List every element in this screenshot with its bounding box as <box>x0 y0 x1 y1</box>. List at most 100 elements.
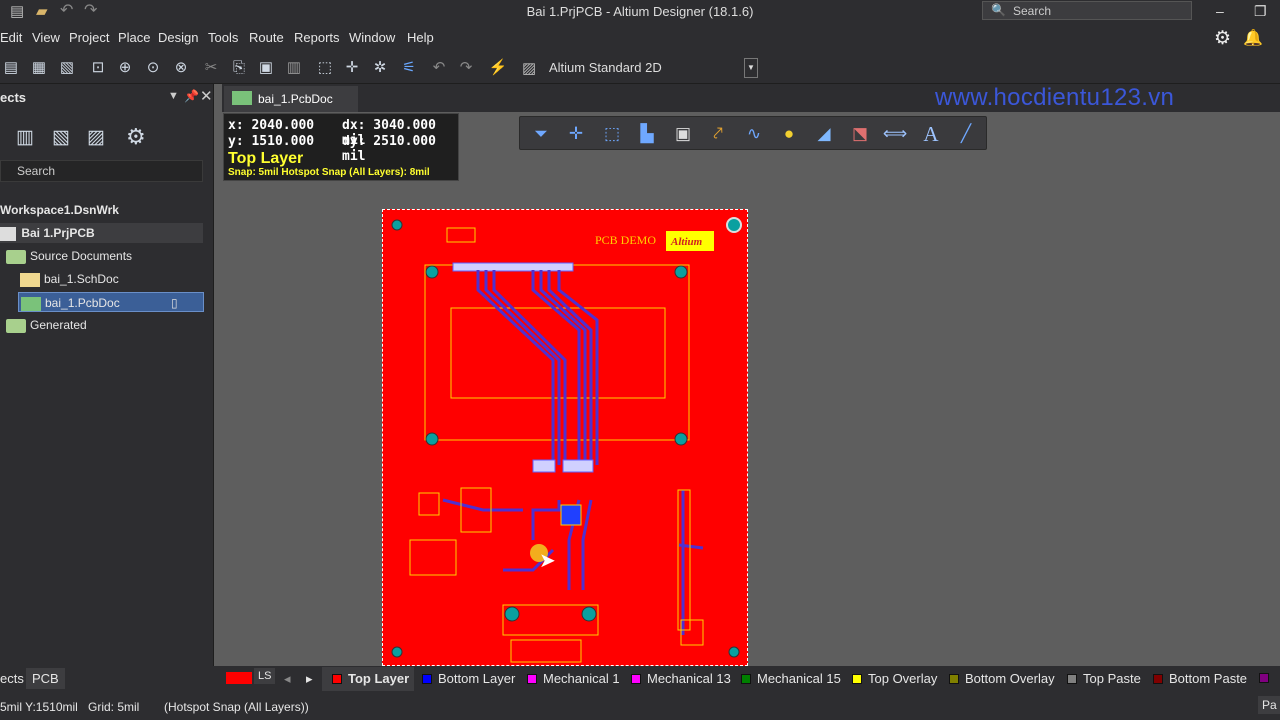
traces <box>442 270 704 635</box>
align-icon[interactable]: ▙ <box>634 121 660 147</box>
layer-tab-bottom-overlay[interactable]: Bottom Overlay <box>949 671 1055 686</box>
current-layer-swatch[interactable] <box>226 672 252 684</box>
panel-menu-icon[interactable]: ▼ <box>168 90 179 102</box>
menu-tools[interactable]: Tools <box>208 30 238 45</box>
cross-probe-icon[interactable]: ⚡ <box>487 57 509 79</box>
select-area-icon[interactable]: ⬚ <box>599 121 625 147</box>
menu-reports[interactable]: Reports <box>294 30 340 45</box>
interactive-length-tuning-icon[interactable]: ∿ <box>741 121 767 147</box>
place-via-icon[interactable]: ● <box>776 121 802 147</box>
layer-tab-bottom-layer[interactable]: Bottom Layer <box>422 671 515 686</box>
tree-source-documents[interactable]: Source Documents <box>6 246 132 266</box>
lcd-hole <box>674 432 688 446</box>
tree-generated[interactable]: Generated <box>6 315 87 335</box>
route-icon[interactable]: ⤤ <box>705 121 731 147</box>
print-preview-icon[interactable]: ▧ <box>56 57 78 79</box>
scroll-right-icon[interactable]: ▸ <box>306 671 313 687</box>
move-icon[interactable]: ✛ <box>341 57 363 79</box>
layer-swatch <box>332 674 342 684</box>
panel-search-input[interactable]: Search <box>0 160 203 182</box>
project-options-icon[interactable]: ▨ <box>87 126 105 149</box>
connector-outline <box>510 639 582 663</box>
panel-tab-pcb[interactable]: PCB <box>26 668 65 689</box>
pcb-board[interactable]: PCB DEMO Altium <box>382 209 748 666</box>
minimize-button[interactable]: – <box>1216 3 1224 19</box>
polygon-pour-icon[interactable]: ⬔ <box>847 121 873 147</box>
header-pads <box>562 459 594 473</box>
menu-window[interactable]: Window <box>349 30 395 45</box>
panels-button[interactable]: Pa <box>1258 696 1280 714</box>
layer-swatch-more[interactable] <box>1259 673 1269 683</box>
layer-label: Top Layer <box>348 671 410 686</box>
tree-workspace[interactable]: Workspace1.DsnWrk <box>0 200 119 220</box>
cut-icon[interactable]: ✂ <box>200 57 222 79</box>
global-search-input[interactable]: 🔍 Search <box>982 1 1192 20</box>
place-string-icon[interactable]: A <box>918 121 944 147</box>
select-icon[interactable]: ✛ <box>563 121 589 147</box>
dimension-icon[interactable]: ⟺ <box>882 121 908 147</box>
layer-label: Mechanical 15 <box>757 671 841 686</box>
switch-outline <box>409 539 457 576</box>
layer-label: Mechanical 1 <box>543 671 620 686</box>
zoom-selected-icon[interactable]: ⊙ <box>142 57 164 79</box>
project-docs-icon[interactable]: ▥ <box>16 126 34 149</box>
tree-pcbdoc[interactable]: bai_1.PcbDoc ▯ <box>18 292 204 312</box>
place-fill-icon[interactable]: ◢ <box>811 121 837 147</box>
menu-help[interactable]: Help <box>407 30 434 45</box>
notifications-bell-icon[interactable]: 🔔 <box>1243 28 1263 48</box>
layer-set-button[interactable]: LS <box>254 668 276 684</box>
settings-gear-icon[interactable]: ⚙ <box>1214 27 1231 50</box>
layer-label: Bottom Overlay <box>965 671 1055 686</box>
menu-design[interactable]: Design <box>158 30 198 45</box>
pcb-doc-icon <box>21 296 41 311</box>
layer-tab-mechanical-15[interactable]: Mechanical 15 <box>741 671 841 686</box>
layer-swatch <box>1067 674 1077 684</box>
layer-tab-top-paste[interactable]: Top Paste <box>1067 671 1141 686</box>
place-component-icon[interactable]: ▣ <box>670 121 696 147</box>
open-project-icon[interactable]: ▧ <box>52 126 70 149</box>
print-icon[interactable]: ▦ <box>28 57 50 79</box>
tab-pcbdoc[interactable]: bai_1.PcbDoc <box>224 86 358 112</box>
restore-button[interactable]: ❐ <box>1254 3 1267 20</box>
menu-edit[interactable]: Edit <box>0 30 22 45</box>
place-line-icon[interactable]: ╱ <box>953 121 979 147</box>
chevron-down-icon[interactable]: ▼ <box>744 58 758 78</box>
menu-route[interactable]: Route <box>249 30 284 45</box>
zoom-filter-icon[interactable]: ⊗ <box>170 57 192 79</box>
scroll-left-icon[interactable]: ◂ <box>284 671 291 687</box>
undo-icon[interactable]: ↶ <box>428 57 450 79</box>
panel-tab-projects[interactable]: ects <box>0 671 24 686</box>
tab-label: bai_1.PcbDoc <box>258 92 333 106</box>
layer-tab-bottom-paste[interactable]: Bottom Paste <box>1153 671 1247 686</box>
copy-icon[interactable]: ⎘ <box>228 57 250 79</box>
hud-x: x: 2040.000 <box>228 118 315 133</box>
mounting-hole <box>391 646 403 658</box>
menu-place[interactable]: Place <box>118 30 151 45</box>
panel-search-placeholder: Search <box>17 164 56 178</box>
paste-icon[interactable]: ▣ <box>255 57 277 79</box>
select-area-icon[interactable]: ⬚ <box>314 57 336 79</box>
clear-filter-icon[interactable]: ⚟ <box>398 57 420 79</box>
menu-project[interactable]: Project <box>69 30 109 45</box>
save-icon[interactable]: ▤ <box>0 57 22 79</box>
zoom-fit-icon[interactable]: ⊡ <box>87 57 109 79</box>
filter-icon[interactable]: ⏷ <box>528 121 554 147</box>
tree-schdoc[interactable]: bai_1.SchDoc <box>20 269 119 289</box>
select-connection-icon[interactable]: ✲ <box>369 57 391 79</box>
layer-tab-mechanical-13[interactable]: Mechanical 13 <box>631 671 731 686</box>
zoom-area-icon[interactable]: ⊕ <box>114 57 136 79</box>
rubber-stamp-icon[interactable]: ▥ <box>283 57 305 79</box>
layer-label: Mechanical 13 <box>647 671 731 686</box>
watermark-text: www.hocdientu123.vn <box>935 84 1175 111</box>
menu-view[interactable]: View <box>32 30 60 45</box>
redo-icon[interactable]: ↷ <box>455 57 477 79</box>
layer-tab-mechanical-1[interactable]: Mechanical 1 <box>527 671 620 686</box>
layer-tab-top-overlay[interactable]: Top Overlay <box>852 671 937 686</box>
tree-project[interactable]: Bai 1.PrjPCB <box>0 223 203 243</box>
settings-gear-icon[interactable]: ⚙ <box>126 124 146 150</box>
close-panel-icon[interactable]: ✕ <box>200 87 213 105</box>
project-label: Bai 1.PrjPCB <box>21 226 95 240</box>
layer-tab-top-layer[interactable]: Top Layer <box>332 671 409 686</box>
pin-icon[interactable]: 📌 <box>184 89 199 103</box>
view-configuration-select[interactable]: ▨ Altium Standard 2D ▼ <box>518 56 760 80</box>
